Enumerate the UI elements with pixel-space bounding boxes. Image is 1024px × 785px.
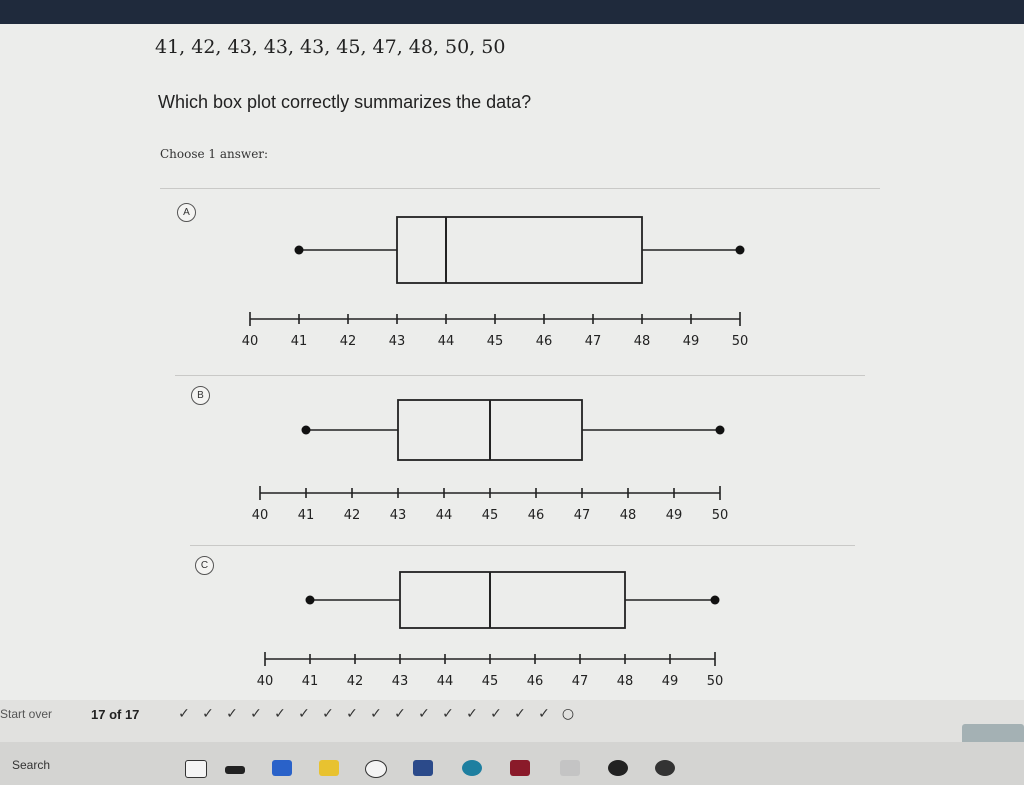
progress-check-icon: ✓ [490, 706, 502, 722]
axis-tick-label: 44 [437, 674, 454, 689]
option-b-box-plot[interactable]: 40 41 42 43 44 45 46 47 48 49 50 [235, 388, 745, 538]
axis-tick-label: 44 [436, 508, 453, 523]
divider [190, 545, 855, 546]
box-q1-q3 [396, 216, 643, 284]
progress-check-icon: ✓ [250, 706, 262, 722]
min-point [301, 425, 311, 435]
browser-top-bar [0, 0, 1024, 24]
axis-tick-label: 42 [347, 674, 364, 689]
axis-tick-label: 40 [242, 334, 259, 349]
progress-check-icon: ✓ [370, 706, 382, 722]
axis-tick-label: 46 [528, 508, 545, 523]
progress-pending-icon: ○ [561, 706, 575, 722]
taskbar-search[interactable]: Search [12, 758, 50, 772]
axis-tick-label: 47 [585, 334, 602, 349]
progress-checkmarks: ✓ ✓ ✓ ✓ ✓ ✓ ✓ ✓ ✓ ✓ ✓ ✓ ✓ ✓ ✓ ✓ ○ [174, 706, 578, 722]
axis-tick-label: 40 [257, 674, 274, 689]
dataset-values: 41, 42, 43, 43, 43, 45, 47, 48, 50, 50 [155, 36, 506, 58]
app-icon[interactable] [510, 760, 530, 776]
dell-icon[interactable] [365, 760, 387, 778]
axis-tick-label: 50 [732, 334, 749, 349]
max-point [715, 425, 725, 435]
progress-check-icon: ✓ [346, 706, 358, 722]
axis-tick-label: 42 [344, 508, 361, 523]
max-point [710, 595, 720, 605]
taskview-icon[interactable] [225, 766, 245, 774]
axis-tick-label: 48 [617, 674, 634, 689]
option-c-radio[interactable]: C [195, 556, 214, 575]
min-point [294, 245, 304, 255]
max-point [735, 245, 745, 255]
axis-tick-label: 44 [438, 334, 455, 349]
app-icon[interactable] [608, 760, 628, 776]
divider [160, 188, 880, 189]
app-icon[interactable] [560, 760, 580, 776]
min-point [305, 595, 315, 605]
axis-tick-label: 49 [666, 508, 683, 523]
axis-tick-label: 50 [712, 508, 729, 523]
axis-tick-label: 48 [634, 334, 651, 349]
progress-counter: 17 of 17 [91, 707, 140, 722]
axis-tick-label: 43 [390, 508, 407, 523]
folder-icon[interactable] [319, 760, 339, 776]
axis-tick-label: 48 [620, 508, 637, 523]
progress-check-icon: ✓ [274, 706, 286, 722]
axis-tick-label: 46 [536, 334, 553, 349]
option-a-radio[interactable]: A [177, 203, 196, 222]
store-icon[interactable] [272, 760, 292, 776]
progress-check-icon: ✓ [442, 706, 454, 722]
option-b-radio[interactable]: B [191, 386, 210, 405]
progress-check-icon: ✓ [178, 706, 190, 722]
axis-tick-label: 47 [574, 508, 591, 523]
question-text: Which box plot correctly summarizes the … [158, 92, 532, 112]
axis-tick-label: 41 [291, 334, 308, 349]
axis-tick-label: 41 [302, 674, 319, 689]
progress-check-icon: ✓ [394, 706, 406, 722]
progress-check-icon: ✓ [322, 706, 334, 722]
browser-icon[interactable] [185, 760, 207, 778]
progress-check-icon: ✓ [466, 706, 478, 722]
option-a-box-plot[interactable]: 40 41 42 43 44 45 46 47 48 49 50 [225, 205, 765, 370]
start-over-button[interactable]: Start over [0, 707, 52, 721]
axis-tick-label: 42 [340, 334, 357, 349]
box-q1-q3 [399, 571, 626, 629]
progress-check-icon: ✓ [298, 706, 310, 722]
axis-tick-label: 41 [298, 508, 315, 523]
option-c-box-plot[interactable]: 40 41 42 43 44 45 46 47 48 49 50 [240, 560, 740, 700]
choose-instruction: Choose 1 answer: [160, 147, 269, 161]
chrome-icon[interactable] [655, 760, 675, 776]
axis-tick-label: 47 [572, 674, 589, 689]
axis-tick-label: 49 [662, 674, 679, 689]
axis-tick-label: 40 [252, 508, 269, 523]
progress-check-icon: ✓ [514, 706, 526, 722]
divider [175, 375, 865, 376]
axis-tick-label: 43 [392, 674, 409, 689]
axis-tick-label: 45 [482, 508, 499, 523]
progress-check-icon: ✓ [226, 706, 238, 722]
progress-check-icon: ✓ [418, 706, 430, 722]
edge-icon[interactable] [462, 760, 482, 776]
axis-tick-label: 50 [707, 674, 724, 689]
axis-tick-label: 45 [482, 674, 499, 689]
progress-check-icon: ✓ [538, 706, 550, 722]
axis-tick-label: 46 [527, 674, 544, 689]
progress-check-icon: ✓ [202, 706, 214, 722]
axis-tick-label: 45 [487, 334, 504, 349]
axis-tick-label: 43 [389, 334, 406, 349]
app-icon[interactable] [413, 760, 433, 776]
axis-tick-label: 49 [683, 334, 700, 349]
